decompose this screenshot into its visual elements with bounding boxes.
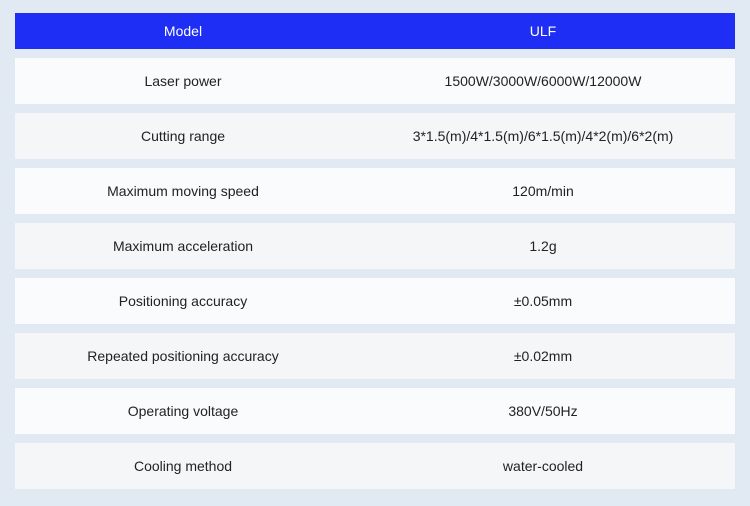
row-label: Operating voltage (127, 403, 239, 419)
table-row: Repeated positioning accuracy ±0.02mm (15, 333, 735, 379)
row-label: Repeated positioning accuracy (87, 348, 279, 364)
table-row: Cutting range 3*1.5(m)/4*1.5(m)/6*1.5(m)… (15, 113, 735, 159)
table-row: Operating voltage 380V/50Hz (15, 388, 735, 434)
row-value: ±0.05mm (513, 293, 573, 309)
row-value: 3*1.5(m)/4*1.5(m)/6*1.5(m)/4*2(m)/6*2(m) (412, 128, 674, 144)
row-label: Maximum acceleration (112, 238, 254, 254)
header-label: Model (163, 23, 203, 39)
table-header: Model ULF (15, 13, 735, 49)
row-label: Maximum moving speed (107, 183, 259, 199)
row-label: Positioning accuracy (118, 293, 248, 309)
header-value: ULF (529, 23, 557, 39)
row-value: 380V/50Hz (508, 403, 578, 419)
row-label: Cooling method (133, 458, 233, 474)
row-label: Laser power (144, 73, 222, 89)
row-value: 1500W/3000W/6000W/12000W (444, 73, 642, 89)
row-value: ±0.02mm (513, 348, 573, 364)
row-value: 1.2g (529, 238, 557, 254)
table-row: Laser power 1500W/3000W/6000W/12000W (15, 58, 735, 104)
spec-table: Model ULF Laser power 1500W/3000W/6000W/… (15, 13, 735, 498)
table-row: Cooling method water-cooled (15, 443, 735, 489)
table-row: Maximum acceleration 1.2g (15, 223, 735, 269)
row-value: 120m/min (512, 183, 574, 199)
row-label: Cutting range (140, 128, 226, 144)
table-row: Maximum moving speed 120m/min (15, 168, 735, 214)
row-value: water-cooled (502, 458, 584, 474)
table-row: Positioning accuracy ±0.05mm (15, 278, 735, 324)
